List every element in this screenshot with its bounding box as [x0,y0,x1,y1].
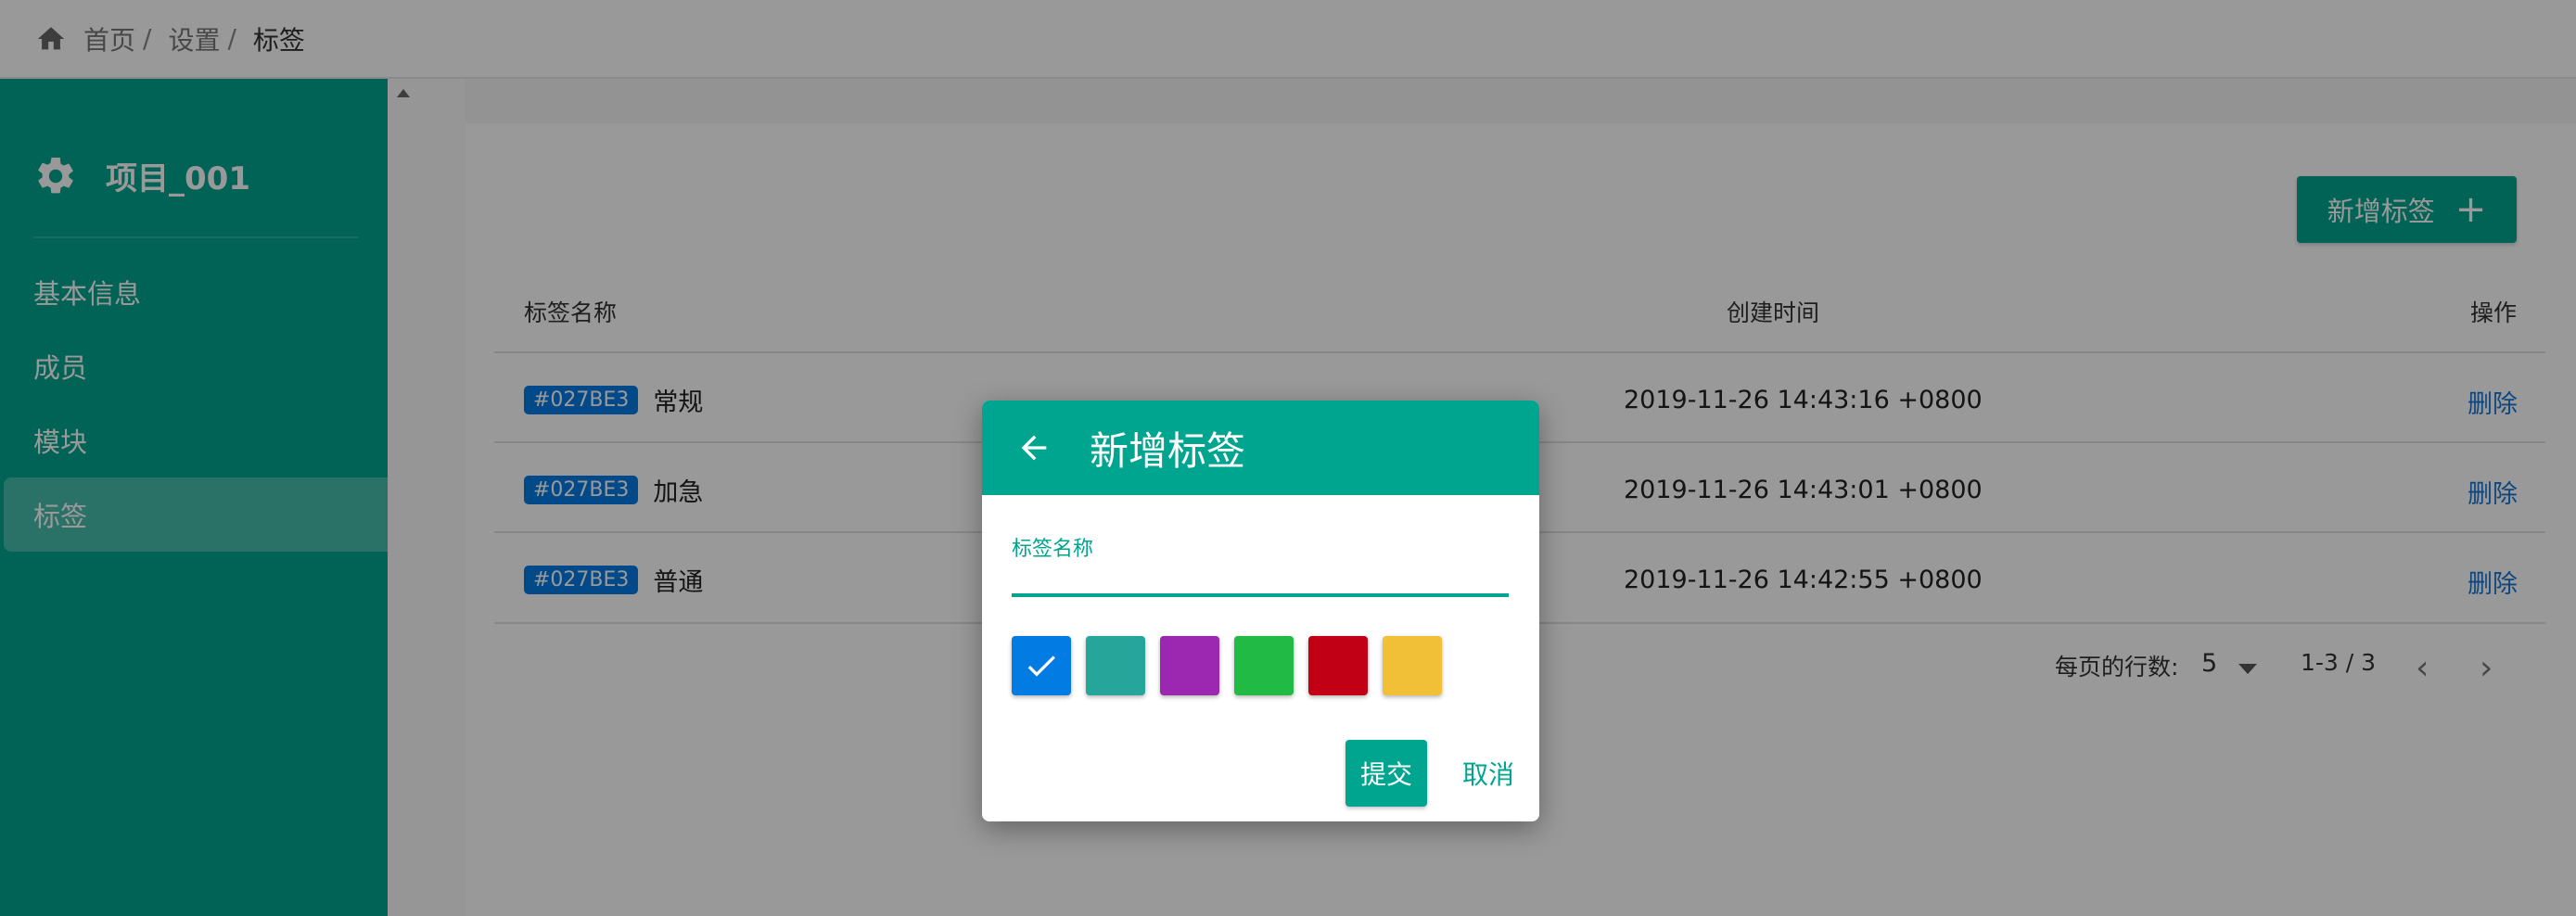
dialog-title: 新增标签 [1090,427,1246,474]
color-swatch-yellow[interactable] [1383,636,1442,695]
color-swatch-green[interactable] [1234,636,1294,695]
color-swatch-blue[interactable] [1012,636,1071,695]
cancel-button[interactable]: 取消 [1451,740,1525,807]
color-swatch-red[interactable] [1308,636,1368,695]
add-tag-dialog: 新增标签 标签名称 提交 取消 [982,401,1539,821]
color-swatch-teal[interactable] [1086,636,1145,695]
check-icon [1027,655,1055,677]
color-swatch-purple[interactable] [1160,636,1219,695]
arrow-left-icon[interactable] [1015,429,1052,466]
submit-button[interactable]: 提交 [1345,740,1427,807]
dialog-header: 新增标签 [982,401,1539,495]
tag-name-input[interactable] [1012,560,1509,597]
tag-name-label: 标签名称 [1012,538,1094,561]
